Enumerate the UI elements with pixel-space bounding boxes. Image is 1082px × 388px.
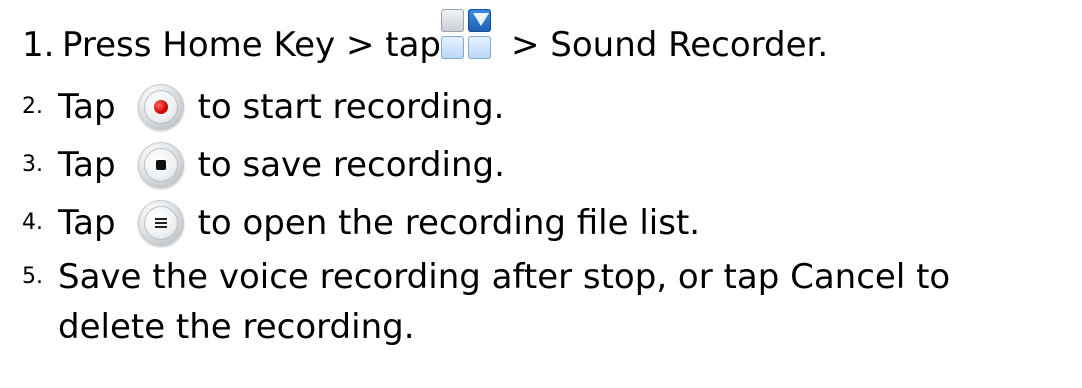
step-2: 2. Tap to start recording. — [22, 78, 1082, 136]
step-number: 4. — [22, 210, 43, 235]
list-button-icon — [137, 200, 184, 246]
instruction-steps: 1. Press Home Key > tap > Sound Recorder… — [22, 0, 1082, 356]
step-1: 1. Press Home Key > tap > Sound Recorder… — [22, 0, 1082, 78]
record-button-icon — [137, 84, 184, 130]
apps-grid-icon — [441, 9, 493, 61]
step-number: 3. — [22, 152, 43, 177]
step-5: 5. Save the voice recording after stop, … — [22, 252, 1082, 356]
step-text: to save recording. — [197, 145, 505, 185]
step-text: to start recording. — [197, 87, 505, 127]
step-number: 2. — [22, 94, 43, 119]
step-text: Press Home Key > tap — [62, 25, 441, 65]
step-text-line-1: Save the voice recording after stop, or … — [58, 257, 951, 297]
step-number: 5. — [22, 264, 43, 289]
step-tap-label: Tap — [58, 203, 116, 243]
step-tap-label: Tap — [58, 145, 116, 185]
stop-button-icon — [137, 142, 184, 188]
step-number: 1. — [22, 25, 55, 65]
step-3: 3. Tap to save recording. — [22, 136, 1082, 194]
step-text: > Sound Recorder. — [511, 25, 829, 65]
step-text: to open the recording file list. — [197, 203, 701, 243]
step-text-line-2: delete the recording. — [58, 307, 415, 347]
step-tap-label: Tap — [58, 87, 116, 127]
step-4: 4. Tap to open the recording file list. — [22, 194, 1082, 252]
